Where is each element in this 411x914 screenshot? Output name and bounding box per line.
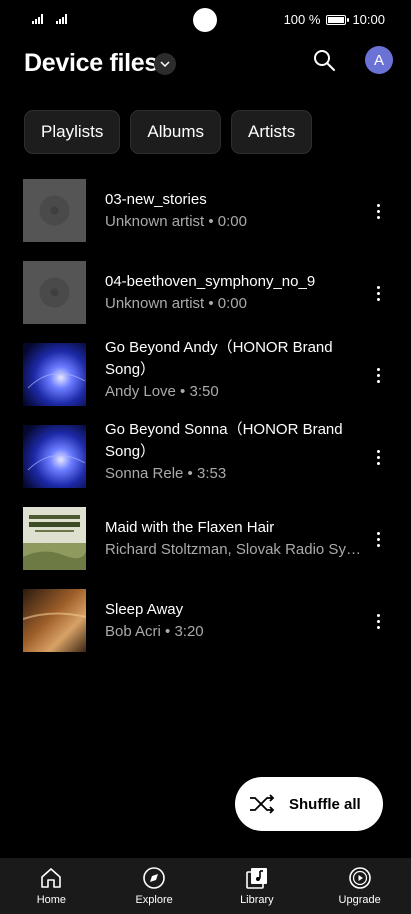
track-list: 03-new_stories Unknown artist • 0:00 04-… bbox=[0, 170, 411, 662]
play-circle-icon bbox=[348, 867, 371, 889]
more-options-icon[interactable] bbox=[369, 447, 387, 467]
sleep-away-cover-image bbox=[23, 589, 86, 652]
signal-icon bbox=[32, 14, 43, 24]
avatar[interactable]: A bbox=[365, 46, 393, 74]
track-title: 03-new_stories bbox=[105, 191, 207, 208]
disc-icon bbox=[23, 179, 86, 242]
track-row[interactable]: Go Beyond Andy（HONOR Brand Song） Andy Lo… bbox=[0, 334, 411, 416]
search-icon[interactable] bbox=[312, 48, 336, 72]
album-art bbox=[23, 507, 86, 570]
library-icon bbox=[246, 868, 267, 889]
track-title: Maid with the Flaxen Hair bbox=[105, 519, 275, 536]
shuffle-all-button[interactable]: Shuffle all bbox=[235, 777, 383, 831]
nav-explore[interactable]: Explore bbox=[103, 858, 206, 914]
track-subtitle: Richard Stoltzman, Slovak Radio Symphony… bbox=[105, 541, 361, 558]
source-dropdown-button[interactable] bbox=[154, 53, 176, 75]
album-art bbox=[23, 589, 86, 652]
nav-home[interactable]: Home bbox=[0, 858, 103, 914]
chip-albums[interactable]: Albums bbox=[130, 110, 222, 154]
track-title: Go Beyond Sonna（HONOR Brand Song） bbox=[105, 421, 343, 460]
chevron-down-icon bbox=[160, 61, 170, 67]
track-title: 04-beethoven_symphony_no_9 bbox=[105, 273, 316, 290]
track-row[interactable]: 03-new_stories Unknown artist • 0:00 bbox=[0, 170, 411, 252]
disc-icon bbox=[23, 261, 86, 324]
status-bar: 100 % 10:00 bbox=[0, 0, 411, 40]
track-row[interactable]: Maid with the Flaxen Hair Richard Stoltz… bbox=[0, 498, 411, 580]
chip-artists[interactable]: Artists bbox=[231, 110, 313, 154]
track-row[interactable]: Sleep Away Bob Acri • 3:20 bbox=[0, 580, 411, 662]
nav-upgrade[interactable]: Upgrade bbox=[308, 858, 411, 914]
go-beyond-cover-image bbox=[23, 343, 86, 406]
more-options-icon[interactable] bbox=[369, 365, 387, 385]
nav-upgrade-label: Upgrade bbox=[338, 894, 381, 906]
page-title: Device files bbox=[24, 49, 158, 77]
home-icon bbox=[41, 868, 62, 888]
shuffle-icon bbox=[250, 794, 275, 814]
more-options-icon[interactable] bbox=[369, 201, 387, 221]
camera-cutout bbox=[193, 8, 217, 32]
track-subtitle: Unknown artist • 0:00 bbox=[105, 213, 247, 230]
compass-icon bbox=[143, 867, 165, 889]
track-row[interactable]: Go Beyond Sonna（HONOR Brand Song） Sonna … bbox=[0, 416, 411, 498]
shuffle-all-label: Shuffle all bbox=[289, 795, 361, 813]
stoltzman-cover-image bbox=[23, 507, 86, 570]
album-art bbox=[23, 425, 86, 488]
track-subtitle: Andy Love • 3:50 bbox=[105, 383, 219, 400]
nav-home-label: Home bbox=[36, 894, 67, 906]
signal-icon bbox=[56, 14, 67, 24]
track-subtitle: Unknown artist • 0:00 bbox=[105, 295, 247, 312]
more-options-icon[interactable] bbox=[369, 283, 387, 303]
album-art bbox=[23, 343, 86, 406]
album-art-placeholder bbox=[23, 179, 86, 242]
clock: 10:00 bbox=[352, 12, 385, 27]
more-options-icon[interactable] bbox=[369, 529, 387, 549]
nav-explore-label: Explore bbox=[135, 894, 173, 906]
album-art-placeholder bbox=[23, 261, 86, 324]
nav-library-label: Library bbox=[240, 894, 274, 906]
header: Device files A bbox=[0, 40, 411, 90]
bottom-nav: Home Explore Library Upgrade bbox=[0, 858, 411, 914]
filter-chips: Playlists Albums Artists bbox=[24, 110, 313, 154]
go-beyond-cover-image bbox=[23, 425, 86, 488]
more-options-icon[interactable] bbox=[369, 611, 387, 631]
track-subtitle: Bob Acri • 3:20 bbox=[105, 623, 204, 640]
battery-icon bbox=[326, 14, 350, 25]
battery-percent: 100 % bbox=[283, 12, 321, 27]
track-row[interactable]: 04-beethoven_symphony_no_9 Unknown artis… bbox=[0, 252, 411, 334]
track-subtitle: Sonna Rele • 3:53 bbox=[105, 465, 227, 482]
nav-library[interactable]: Library bbox=[206, 858, 309, 914]
track-title: Sleep Away bbox=[105, 601, 184, 618]
chip-playlists[interactable]: Playlists bbox=[24, 110, 121, 154]
track-title: Go Beyond Andy（HONOR Brand Song） bbox=[105, 339, 333, 378]
